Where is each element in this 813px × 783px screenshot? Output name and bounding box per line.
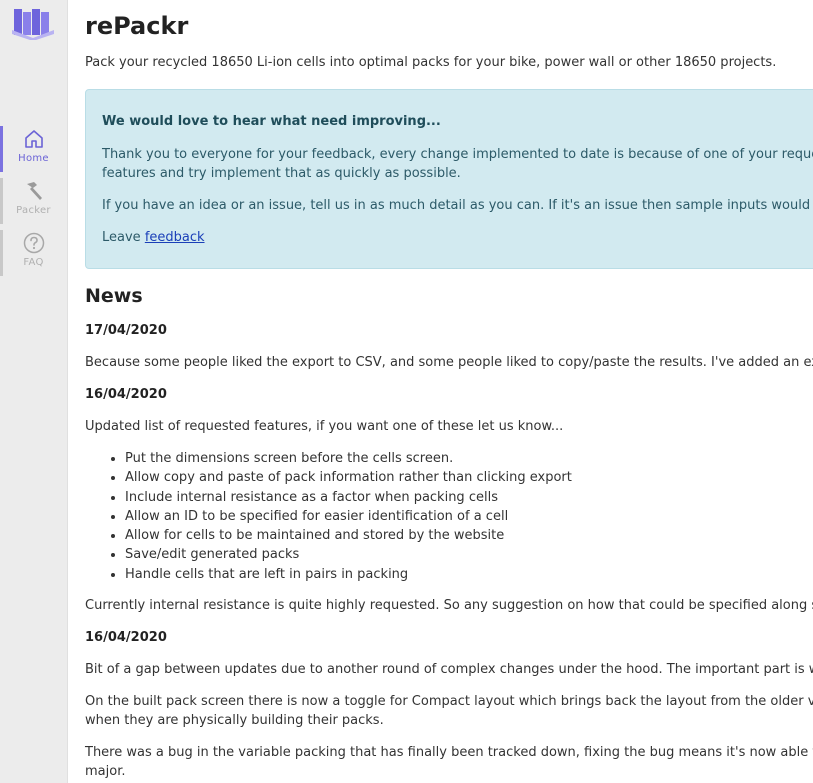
news-text: There was a bug in the variable packing … (85, 745, 813, 760)
app-root: Home Packer FAQ rePackr Pack your recycl… (0, 0, 813, 783)
alert-paragraph: Thank you to everyone for your feedback,… (102, 147, 813, 162)
news-heading: News (85, 285, 143, 307)
question-circle-icon (23, 232, 45, 254)
sidebar-item-label: FAQ (23, 257, 44, 268)
alert-feedback-prefix: Leave (102, 230, 145, 245)
list-item: Put the dimensions screen before the cel… (125, 449, 572, 468)
news-text: Currently internal resistance is quite h… (85, 598, 813, 613)
news-date: 16/04/2020 (85, 387, 167, 402)
inactive-indicator (0, 230, 3, 276)
news-text: Bit of a gap between updates due to anot… (85, 662, 813, 677)
news-text: major. (85, 764, 126, 779)
news-text: Because some people liked the export to … (85, 355, 813, 370)
active-indicator (0, 126, 3, 172)
hammer-icon (23, 180, 45, 202)
list-item: Save/edit generated packs (125, 545, 572, 564)
feedback-alert: We would love to hear what need improvin… (85, 89, 813, 269)
page-subtitle: Pack your recycled 18650 Li-ion cells in… (85, 55, 777, 70)
news-date: 16/04/2020 (85, 630, 167, 645)
sidebar-item-label: Packer (16, 205, 51, 216)
news-date: 17/04/2020 (85, 323, 167, 338)
page-title: rePackr (85, 12, 189, 40)
alert-heading: We would love to hear what need improvin… (102, 114, 441, 129)
list-item: Allow copy and paste of pack information… (125, 468, 572, 487)
books-logo-icon[interactable] (12, 6, 54, 41)
list-item: Handle cells that are left in pairs in p… (125, 565, 572, 584)
sidebar-item-label: Home (18, 153, 49, 164)
sidebar-item-home[interactable]: Home (0, 126, 67, 172)
news-text: Updated list of requested features, if y… (85, 419, 564, 434)
requested-features-list: Put the dimensions screen before the cel… (85, 449, 572, 584)
main-content: rePackr Pack your recycled 18650 Li-ion … (85, 0, 813, 783)
feedback-link[interactable]: feedback (145, 230, 205, 245)
inactive-indicator (0, 178, 3, 224)
news-text: On the built pack screen there is now a … (85, 694, 813, 709)
alert-feedback-line: Leave feedback (102, 228, 205, 247)
alert-paragraph: If you have an idea or an issue, tell us… (102, 198, 813, 213)
list-item: Include internal resistance as a factor … (125, 488, 572, 507)
sidebar-item-faq[interactable]: FAQ (0, 230, 67, 276)
news-text: when they are physically building their … (85, 713, 384, 728)
sidebar: Home Packer FAQ (0, 0, 68, 783)
list-item: Allow for cells to be maintained and sto… (125, 526, 572, 545)
home-icon (23, 128, 45, 150)
alert-paragraph: features and try implement that as quick… (102, 166, 461, 181)
list-item: Allow an ID to be specified for easier i… (125, 507, 572, 526)
sidebar-item-packer[interactable]: Packer (0, 178, 67, 224)
